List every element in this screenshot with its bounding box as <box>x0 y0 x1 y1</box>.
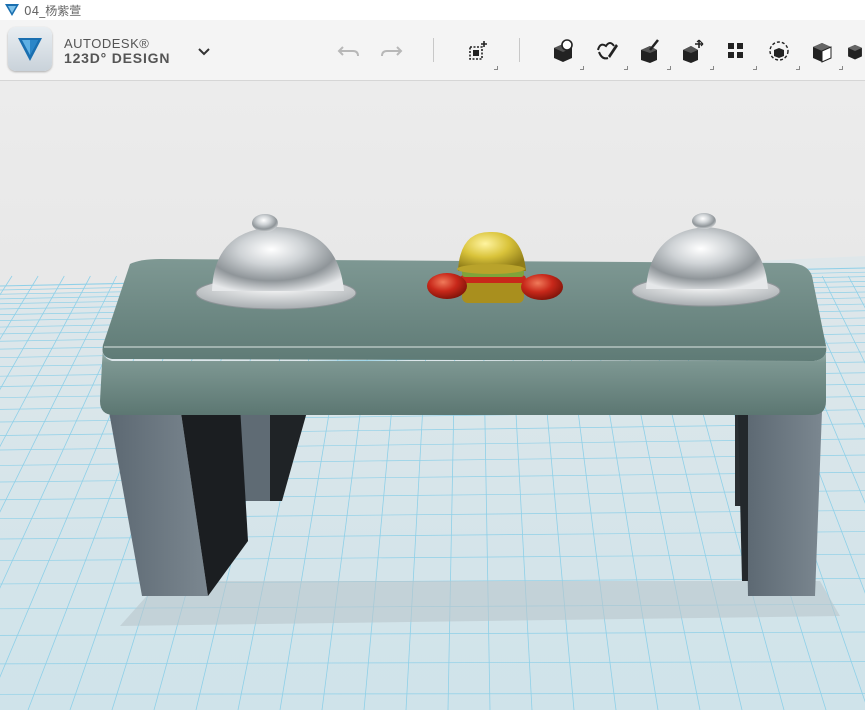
app-menu-logo[interactable] <box>8 27 52 71</box>
combine-icon <box>813 43 832 63</box>
toolbar-separator <box>519 38 520 62</box>
redo-icon <box>381 46 403 57</box>
sketch-icon <box>597 42 618 60</box>
pattern-button[interactable] <box>721 36 757 70</box>
brand-line-1: AUTODESK® <box>64 36 150 51</box>
chevron-down-icon[interactable] <box>196 44 212 58</box>
modify-icon <box>683 39 704 63</box>
transform-button[interactable] <box>462 36 498 70</box>
brand-text: AUTODESK® 123D° DESIGN <box>64 36 170 66</box>
measure-icon <box>848 44 862 60</box>
construct-icon <box>641 39 659 63</box>
undo-icon <box>337 46 359 57</box>
combine-button[interactable] <box>807 36 843 70</box>
sketch-button[interactable] <box>592 36 628 70</box>
title-bar: 04_杨紫萱 <box>0 0 865 20</box>
cloche-right <box>631 213 781 307</box>
scene-canvas <box>0 213 865 710</box>
front-leg-right <box>738 411 822 596</box>
redo-button[interactable] <box>376 36 406 66</box>
grouping-button[interactable] <box>764 36 800 70</box>
window-title: 04_杨紫萱 <box>24 3 82 18</box>
app-logo-icon <box>5 4 19 16</box>
main-toolbar: AUTODESK® 123D° DESIGN <box>0 20 865 81</box>
construct-button[interactable] <box>635 36 671 70</box>
logo-icon <box>18 38 42 61</box>
measure-button[interactable] <box>845 36 865 66</box>
primitives-button[interactable] <box>548 36 584 70</box>
grouping-icon <box>769 41 789 61</box>
undo-button[interactable] <box>334 36 364 66</box>
pattern-icon <box>728 43 743 58</box>
transform-icon <box>469 41 487 60</box>
primitives-icon <box>554 39 573 62</box>
toolbar-separator <box>433 38 434 62</box>
cloche-left <box>195 214 357 310</box>
modify-button[interactable] <box>678 36 714 70</box>
3d-viewport[interactable] <box>0 81 865 710</box>
brand-line-2: 123D° DESIGN <box>64 50 171 66</box>
